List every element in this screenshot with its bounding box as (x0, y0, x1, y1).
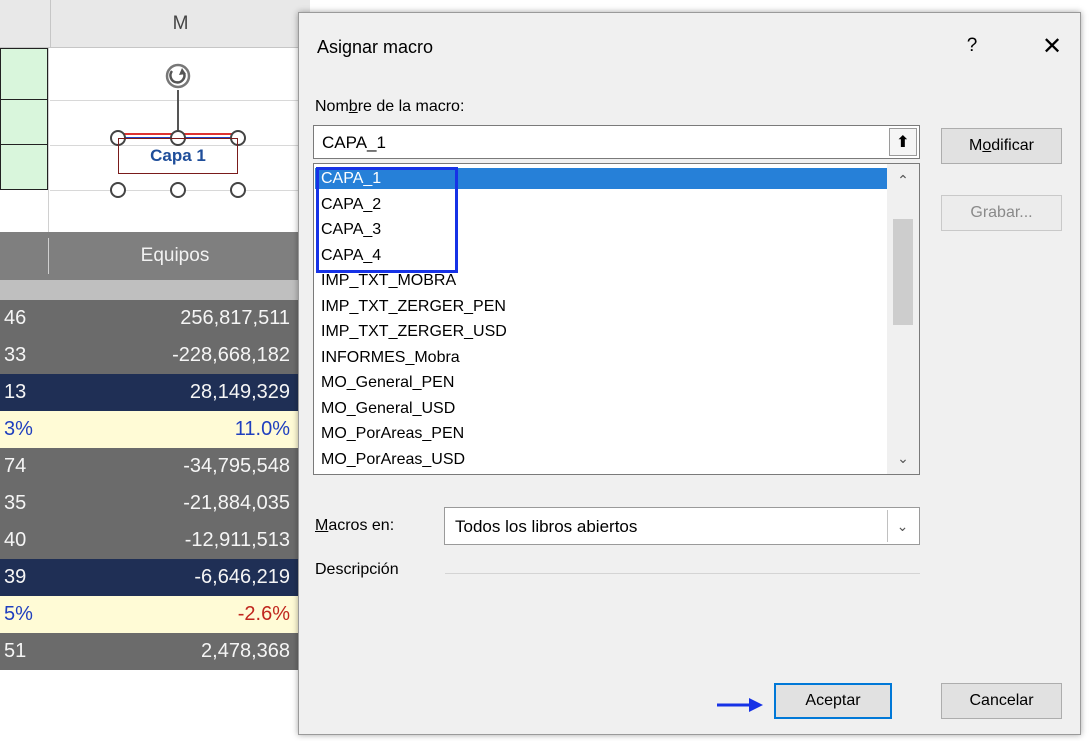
scroll-up-icon[interactable]: ⌃ (887, 166, 919, 194)
scroll-thumb[interactable] (893, 219, 913, 325)
dialog-title: Asignar macro (317, 37, 434, 57)
header-equipos: Equipos (140, 245, 210, 266)
cell-left[interactable]: 39 (4, 566, 26, 589)
help-button[interactable]: ? (959, 33, 985, 59)
green-cell[interactable] (0, 144, 48, 190)
grid-line (48, 48, 49, 232)
cell-left[interactable]: 33 (4, 344, 26, 367)
green-cell[interactable] (0, 99, 48, 145)
scroll-down-icon[interactable]: ⌄ (887, 444, 919, 472)
macros-in-value[interactable]: Todos los libros abiertos (455, 517, 637, 537)
table-row: 40 -12,911,513 (0, 522, 310, 559)
cell-equipos[interactable]: -228,668,182 (172, 344, 290, 367)
record-button[interactable]: Grabar... (941, 195, 1062, 231)
cell-left[interactable]: 51 (4, 640, 26, 663)
macro-list-item[interactable]: CAPA_4 (321, 245, 381, 266)
table-header-row: Equipos (0, 232, 310, 280)
cell-left[interactable]: 74 (4, 455, 26, 478)
column-separator (48, 238, 49, 274)
spreadsheet: M Capa 1 Equipos 46 256,817,511 33 -228,668… (0, 0, 310, 741)
table-row: 3% 11.0% (0, 411, 310, 448)
shape-handles[interactable] (100, 62, 260, 202)
cell-equipos[interactable]: -34,795,548 (183, 455, 290, 478)
table-row: 46 256,817,511 (0, 300, 310, 337)
shape-capa-1[interactable]: Capa 1 (100, 62, 260, 202)
macro-list-item[interactable]: MO_PorAreas_USD (321, 449, 465, 470)
vertical-scrollbar[interactable]: ⌃ ⌄ (887, 164, 919, 474)
cell-left[interactable]: 35 (4, 492, 26, 515)
macro-list-item[interactable]: MO_PorAreas_PEN (321, 423, 464, 444)
table-row: 5% -2.6% (0, 596, 310, 633)
assign-macro-dialog: Asignar macro ? ✕ Nombre de la macro: CA… (298, 12, 1081, 735)
macros-in-label: Macros en: (315, 517, 395, 534)
table-row: 39 -6,646,219 (0, 559, 310, 596)
cell-left[interactable]: 5% (4, 603, 33, 626)
macro-list-item[interactable]: IMP_TXT_MOBRA (321, 270, 456, 291)
table-row: 35 -21,884,035 (0, 485, 310, 522)
green-cell[interactable] (0, 48, 48, 100)
column-header-m[interactable]: M (50, 0, 310, 48)
modify-button[interactable]: Mo dificar (941, 128, 1062, 164)
description-divider (445, 573, 920, 574)
cell-equipos[interactable]: 256,817,511 (180, 307, 290, 330)
chevron-down-icon[interactable]: ⌄ (887, 510, 917, 542)
arrow-right-icon (717, 698, 763, 712)
macro-list-item[interactable]: CAPA_2 (321, 194, 381, 215)
cell-equipos[interactable]: 2,478,368 (201, 640, 290, 663)
cell-left[interactable]: 46 (4, 307, 26, 330)
cell-equipos[interactable]: -2.6% (238, 603, 290, 626)
table-row: 33 -228,668,182 (0, 337, 310, 374)
description-label: Descripción (315, 561, 399, 578)
up-arrow-icon[interactable]: ⬆ (889, 128, 917, 156)
macro-list-item[interactable]: IMP_TXT_ZERGER_USD (321, 321, 507, 342)
cell-left[interactable]: 3% (4, 418, 33, 441)
macro-name-input[interactable]: CAPA_1 ⬆ (313, 125, 920, 159)
macro-list[interactable]: CAPA_1 CAPA_2 CAPA_3 CAPA_4 IMP_TXT_MOBRA IMP… (313, 163, 920, 475)
macro-list-item[interactable]: CAPA_1 (315, 168, 887, 189)
macro-list-item[interactable]: IMP_TXT_ZERGER_PEN (321, 296, 506, 317)
macro-name-value[interactable]: CAPA_1 (322, 133, 386, 153)
table-row: 13 28,149,329 (0, 374, 310, 411)
macro-list-item[interactable]: CAPA_3 (321, 219, 381, 240)
cell-left[interactable]: 40 (4, 529, 26, 552)
shape-label: Capa 1 (118, 138, 238, 174)
macro-list-item[interactable]: INFORMES_Mobra (321, 347, 460, 368)
accept-button[interactable]: Aceptar (774, 683, 892, 719)
cell-equipos[interactable]: -6,646,219 (194, 566, 290, 589)
cell-equipos[interactable]: 11.0% (235, 418, 290, 441)
cell-equipos[interactable]: -12,911,513 (185, 529, 290, 552)
spacer-row (0, 280, 310, 300)
close-button[interactable]: ✕ (1036, 31, 1068, 61)
cancel-button[interactable]: Cancelar (941, 683, 1062, 719)
macro-name-label: Nombre de la macro: (315, 98, 465, 115)
cell-equipos[interactable]: -21,884,035 (183, 492, 290, 515)
macros-in-select[interactable]: Todos los libros abiertos ⌄ (444, 507, 920, 545)
column-header-l[interactable] (0, 0, 50, 48)
cell-left[interactable]: 13 (4, 381, 26, 404)
table-row: 74 -34,795,548 (0, 448, 310, 485)
macro-list-item[interactable]: MO_General_PEN (321, 372, 454, 393)
macro-list-item[interactable]: MO_General_USD (321, 398, 455, 419)
cell-equipos[interactable]: 28,149,329 (190, 381, 290, 404)
table-row: 51 2,478,368 (0, 633, 310, 670)
